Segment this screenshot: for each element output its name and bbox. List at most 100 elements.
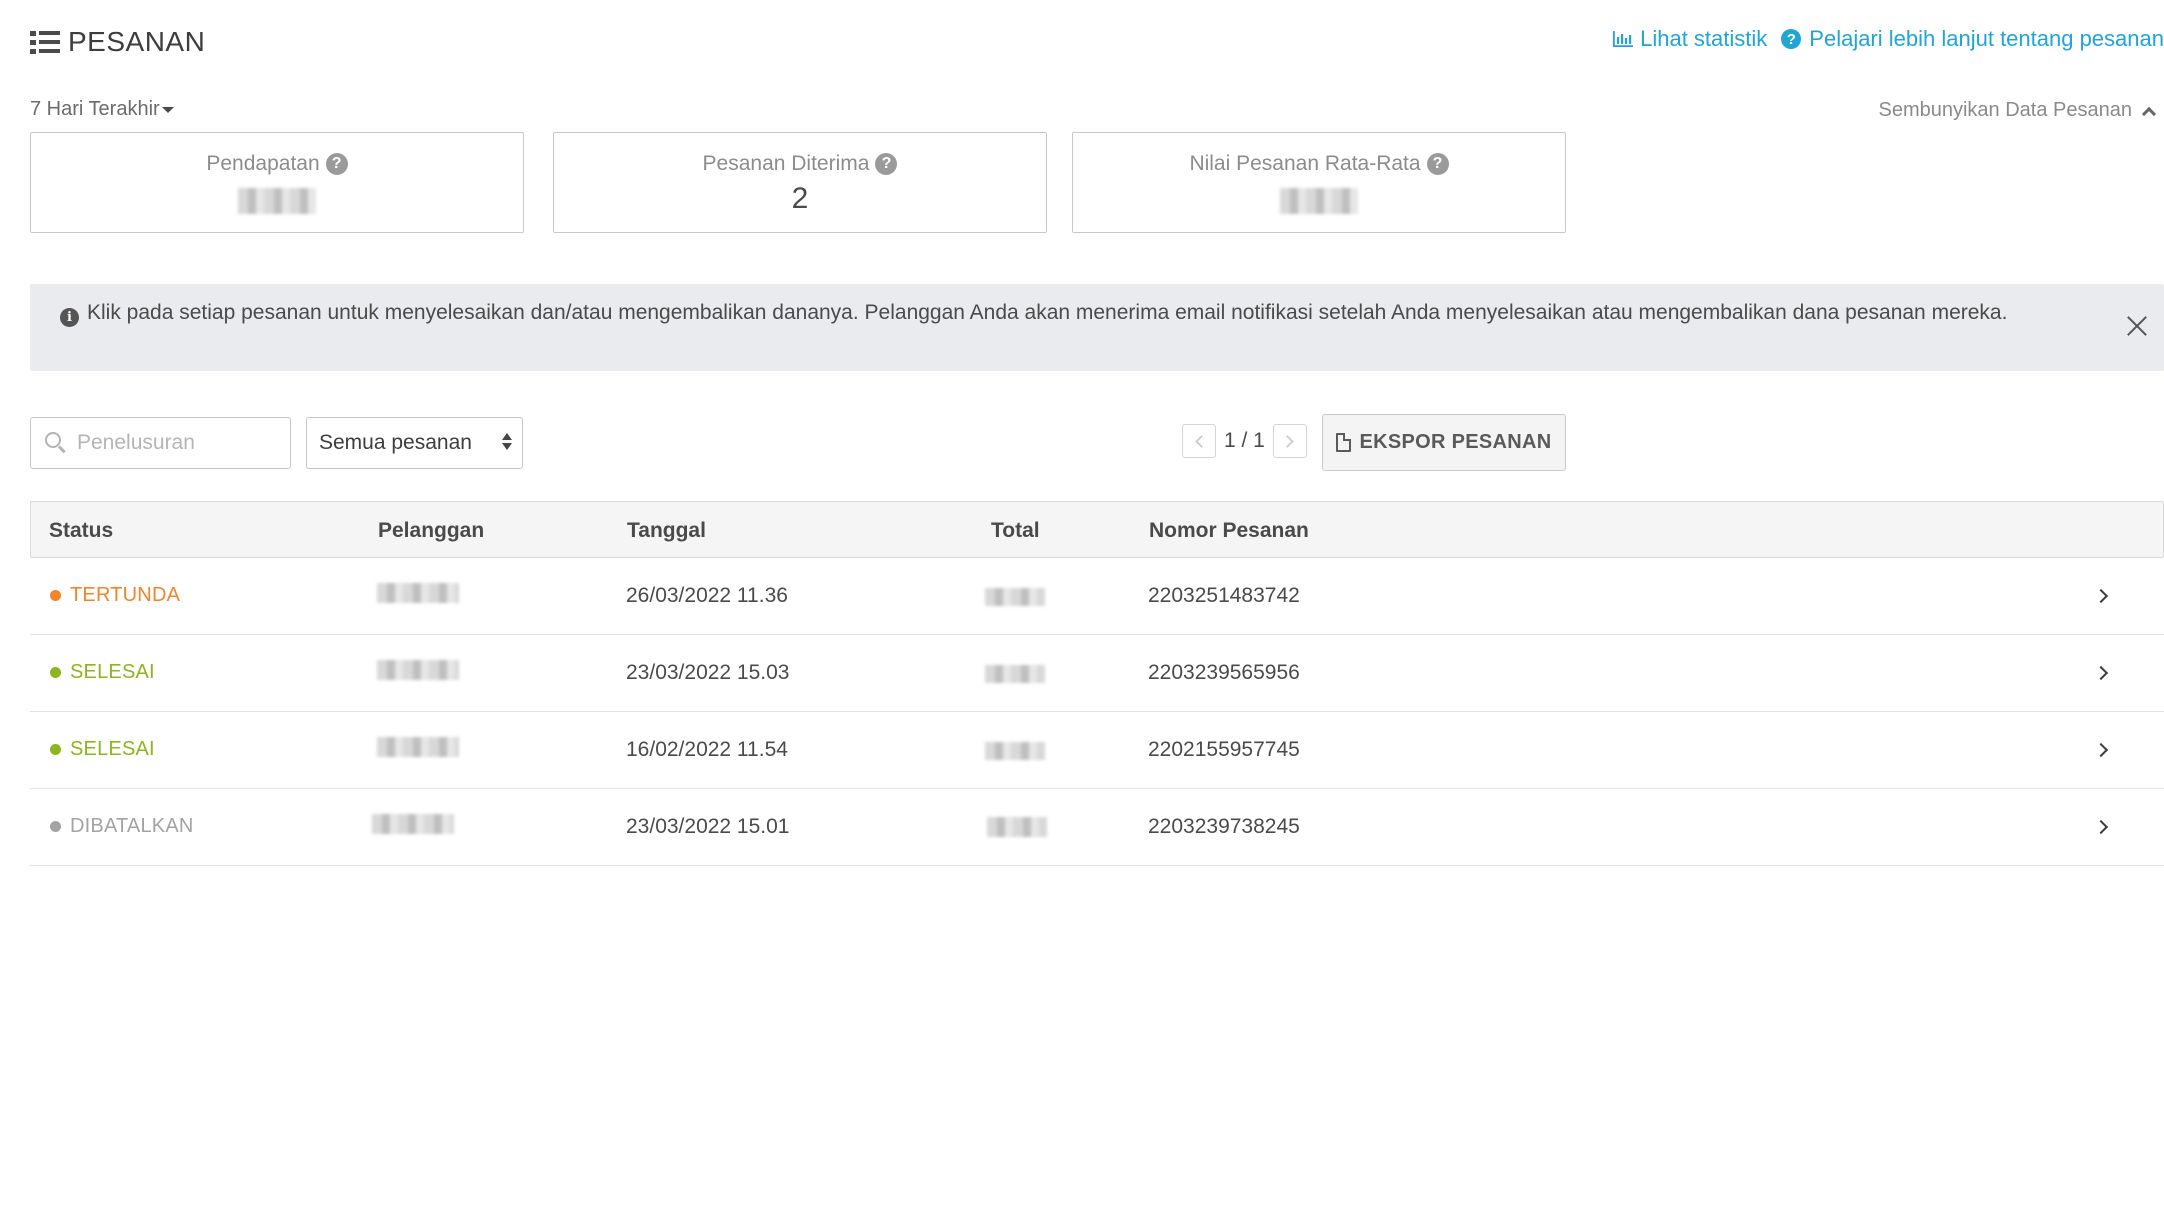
order-number-cell: 2203239738245 (1148, 815, 1300, 838)
pagination: 1 / 1 (1182, 424, 1307, 458)
orders-received-card-heading: Pesanan Diterima ? (554, 152, 1046, 176)
redacted-total (987, 817, 1047, 837)
order-filter-value: Semua pesanan (319, 431, 472, 454)
column-order-number[interactable]: Nomor Pesanan (1149, 519, 1309, 543)
redacted-value (238, 188, 316, 214)
orders-table: Status Pelanggan Tanggal Total Nomor Pes… (30, 501, 2164, 866)
redacted-total (985, 742, 1045, 760)
redacted-customer (377, 583, 459, 603)
status-label: TERTUNDA (70, 584, 181, 606)
orders-received-value: 2 (791, 182, 809, 215)
help-icon[interactable]: ? (1426, 153, 1449, 175)
caret-down-icon (161, 106, 174, 113)
hide-order-data-label: Sembunyikan Data Pesanan (1878, 99, 2133, 121)
status-badge: SELESAI (50, 738, 155, 761)
chevron-right-icon[interactable] (2093, 819, 2109, 835)
hide-order-data-toggle[interactable]: Sembunyikan Data Pesanan (1878, 99, 2157, 122)
column-status[interactable]: Status (49, 519, 113, 543)
status-dot (50, 667, 61, 678)
export-orders-label: EKSPOR PESANAN (1359, 431, 1552, 453)
search-input[interactable] (77, 431, 277, 455)
table-header: Status Pelanggan Tanggal Total Nomor Pes… (30, 501, 2164, 558)
document-icon (1336, 433, 1352, 452)
page-indicator: 1 / 1 (1224, 429, 1265, 452)
customer-cell (377, 737, 459, 763)
revenue-card-heading: Pendapatan ? (31, 152, 523, 176)
redacted-customer (377, 737, 459, 757)
column-total[interactable]: Total (991, 519, 1040, 543)
learn-more-link[interactable]: ? Pelajari lebih lanjut tentang pesanan (1781, 26, 2164, 52)
table-row[interactable]: SELESAI 16/02/2022 11.54 2202155957745 (30, 712, 2164, 789)
period-label: 7 Hari Terakhir (30, 98, 160, 120)
column-customer[interactable]: Pelanggan (378, 519, 484, 543)
average-order-value-value (1073, 182, 1565, 216)
revenue-label: Pendapatan (206, 152, 320, 175)
help-icon[interactable]: ? (325, 153, 348, 175)
order-number-cell: 2203251483742 (1148, 584, 1300, 607)
help-icon[interactable]: ? (875, 153, 898, 175)
export-orders-button[interactable]: EKSPOR PESANAN (1322, 414, 1566, 471)
status-dot (50, 821, 61, 832)
order-number-cell: 2203239565956 (1148, 661, 1300, 684)
redacted-customer (372, 814, 454, 834)
total-cell (985, 665, 1045, 689)
date-cell: 23/03/2022 15.03 (626, 661, 790, 684)
list-icon (30, 30, 60, 54)
redacted-value (1280, 188, 1358, 214)
status-label: SELESAI (70, 661, 155, 683)
revenue-value (31, 182, 523, 216)
customer-cell (377, 660, 459, 686)
table-row[interactable]: DIBATALKAN 23/03/2022 15.01 220323973824… (30, 789, 2164, 866)
total-cell (985, 742, 1045, 766)
notice-text: Klik pada setiap pesanan untuk menyelesa… (87, 301, 2008, 324)
status-badge: DIBATALKAN (50, 815, 194, 838)
period-dropdown[interactable]: 7 Hari Terakhir (30, 98, 174, 121)
header-links: Lihat statistik ? Pelajari lebih lanjut … (1613, 26, 2164, 52)
chevron-right-icon[interactable] (2093, 665, 2109, 681)
table-row[interactable]: SELESAI 23/03/2022 15.03 2203239565956 (30, 635, 2164, 712)
status-badge: TERTUNDA (50, 584, 180, 607)
next-page-button[interactable] (1272, 424, 1307, 458)
chevron-right-icon[interactable] (2093, 588, 2109, 604)
status-dot (50, 590, 61, 601)
column-date[interactable]: Tanggal (627, 519, 706, 543)
redacted-total (985, 665, 1045, 683)
close-icon[interactable] (2126, 315, 2148, 337)
order-number-cell: 2202155957745 (1148, 738, 1300, 761)
order-filter-select[interactable]: Semua pesanan (306, 417, 523, 469)
orders-received-card: Pesanan Diterima ? 2 (553, 132, 1047, 233)
info-icon: i (60, 308, 79, 327)
customer-cell (372, 814, 454, 840)
date-cell: 23/03/2022 15.01 (626, 815, 790, 838)
previous-page-button[interactable] (1182, 424, 1216, 458)
redacted-customer (377, 660, 459, 680)
info-notice: i Klik pada setiap pesanan untuk menyeles… (30, 284, 2164, 371)
average-order-value-card: Nilai Pesanan Rata-Rata ? (1072, 132, 1566, 233)
chevron-right-icon[interactable] (2093, 742, 2109, 758)
bar-chart-icon (1613, 31, 1634, 47)
search-box[interactable] (30, 417, 291, 469)
select-arrows-icon (502, 433, 512, 450)
page-title: PESANAN (68, 26, 206, 57)
chevron-right-icon (1281, 434, 1295, 448)
view-statistics-label: Lihat statistik (1640, 26, 1768, 51)
status-badge: SELESAI (50, 661, 155, 684)
date-cell: 26/03/2022 11.36 (626, 584, 788, 607)
status-dot (50, 744, 61, 755)
total-cell (985, 588, 1045, 612)
average-order-value-card-heading: Nilai Pesanan Rata-Rata ? (1073, 152, 1565, 176)
learn-more-label: Pelajari lebih lanjut tentang pesanan (1809, 26, 2164, 51)
chevron-up-icon (2141, 106, 2157, 121)
view-statistics-link[interactable]: Lihat statistik (1613, 26, 1767, 52)
customer-cell (377, 583, 459, 609)
status-label: SELESAI (70, 738, 155, 760)
chevron-left-icon (1194, 434, 1208, 448)
status-label: DIBATALKAN (70, 815, 194, 837)
redacted-total (985, 588, 1045, 606)
total-cell (987, 817, 1047, 843)
date-cell: 16/02/2022 11.54 (626, 738, 788, 761)
table-row[interactable]: TERTUNDA 26/03/2022 11.36 2203251483742 (30, 558, 2164, 635)
orders-received-label: Pesanan Diterima (702, 152, 870, 175)
search-icon (45, 432, 67, 454)
help-icon: ? (1781, 29, 1802, 49)
